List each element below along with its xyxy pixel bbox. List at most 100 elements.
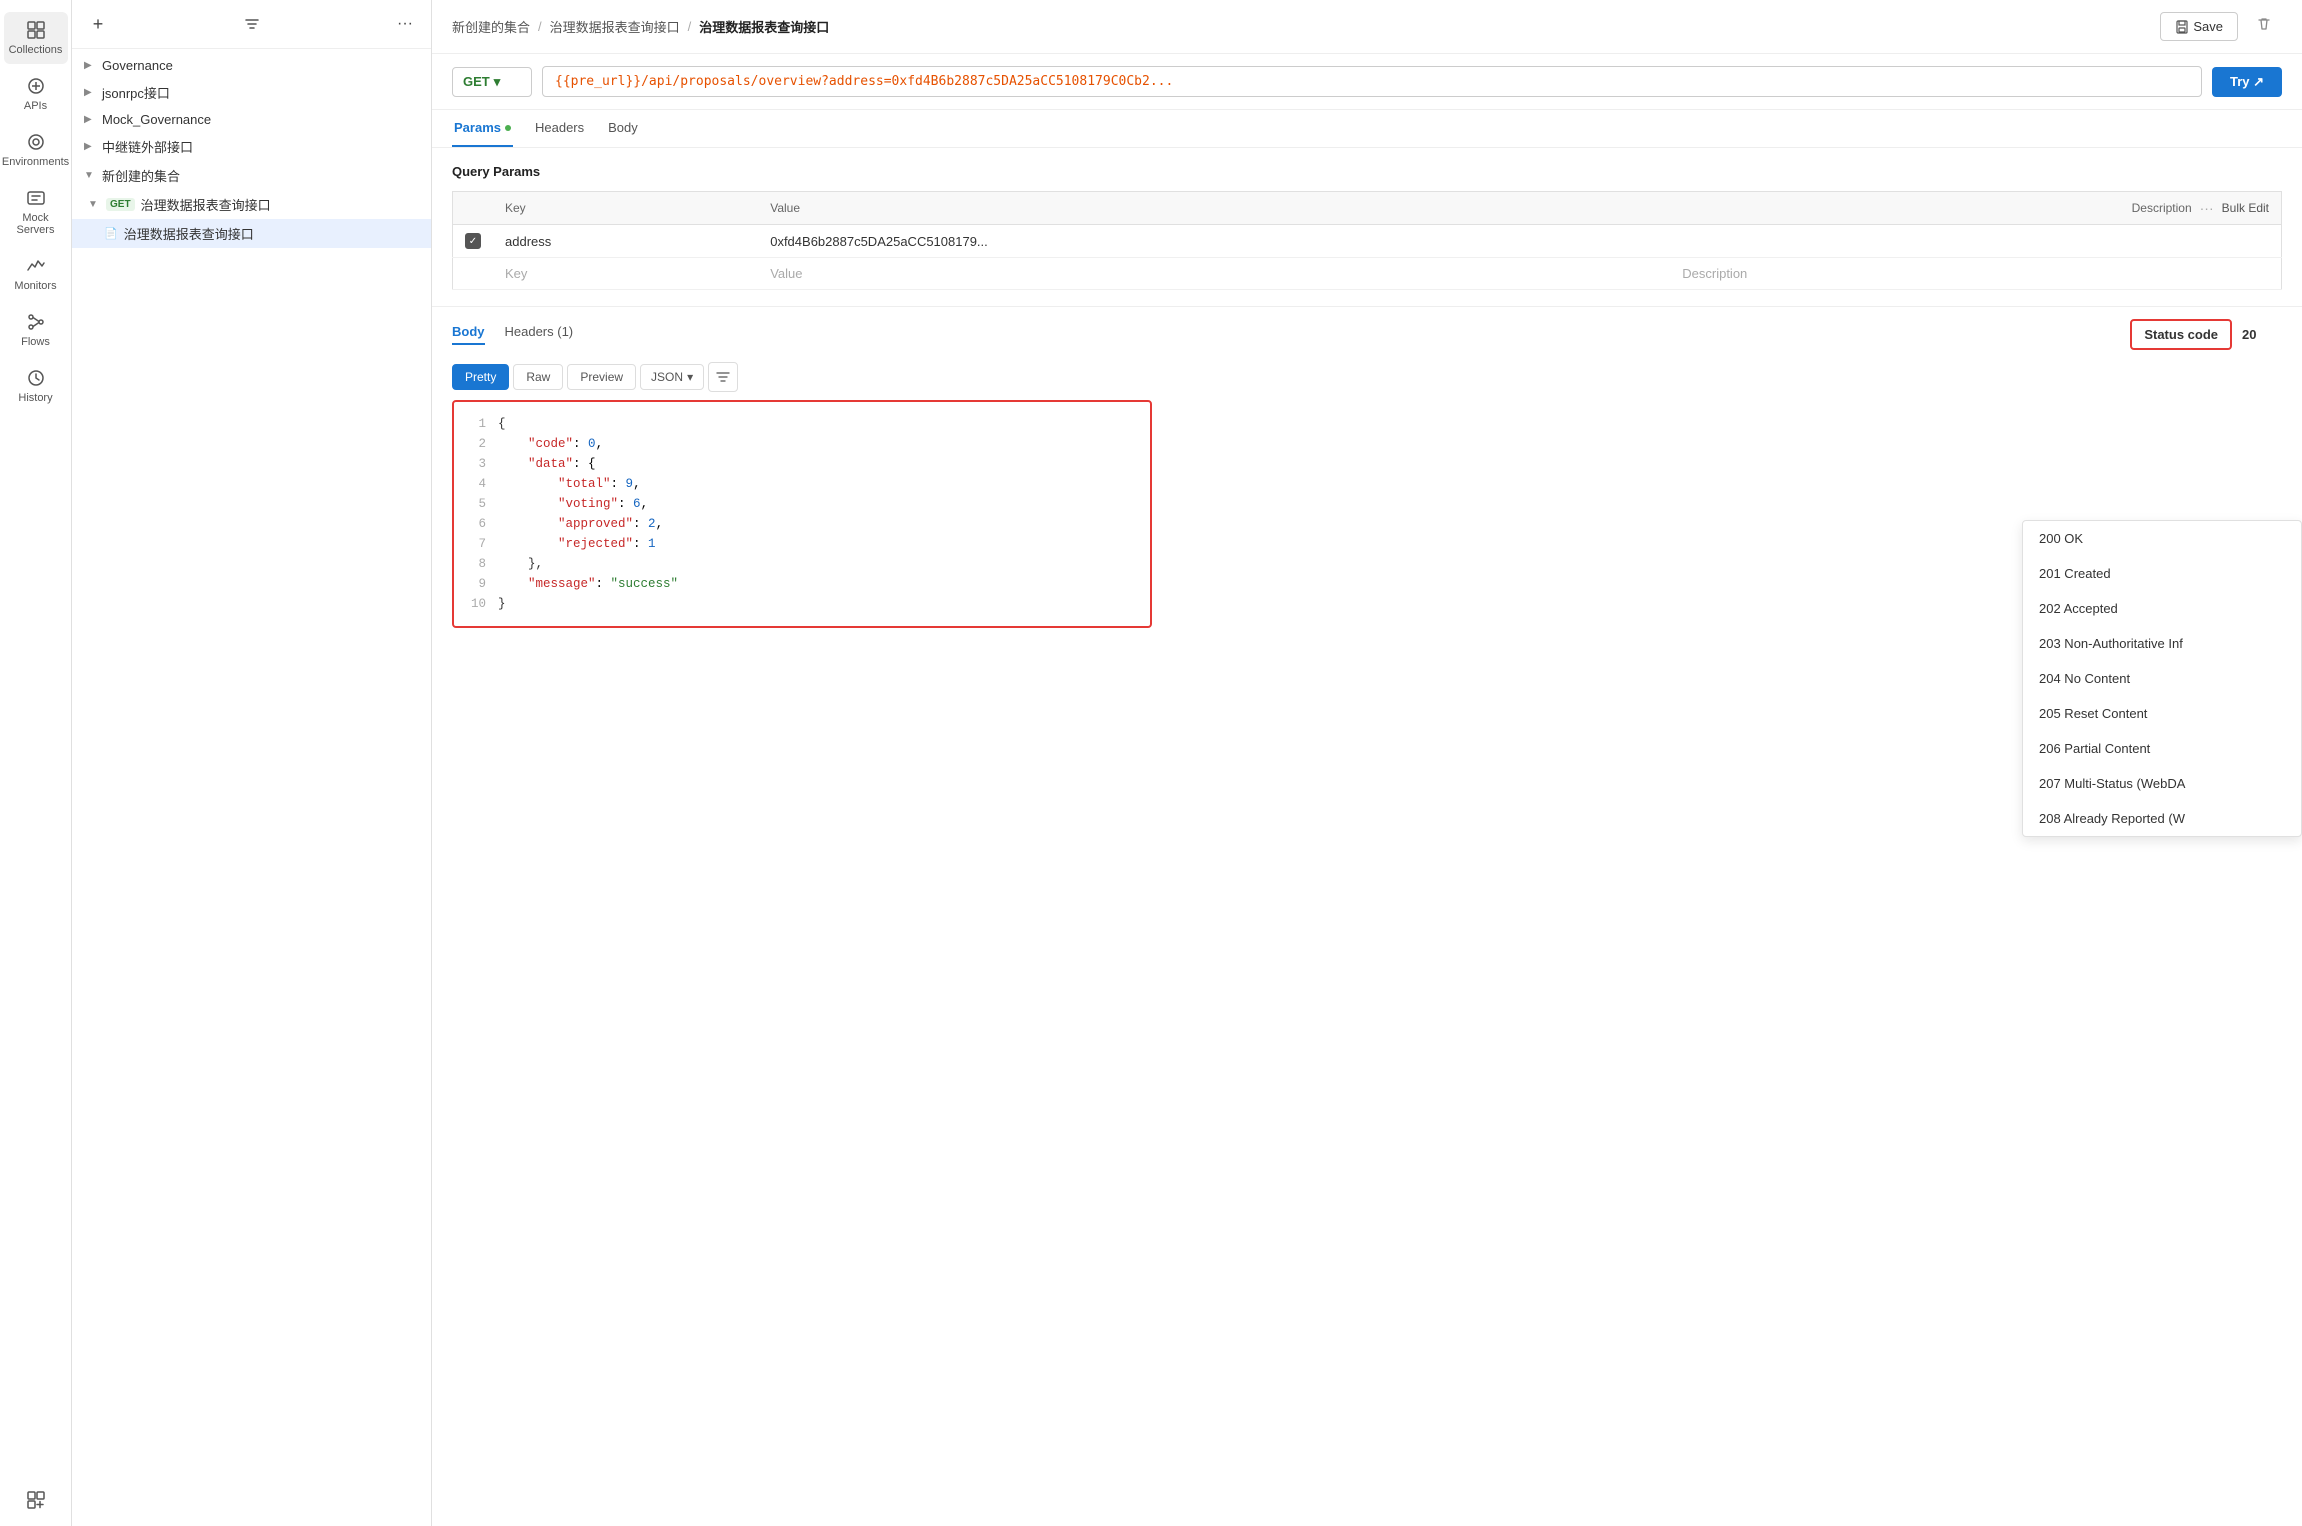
trash-icon (2256, 16, 2272, 32)
sidebar-item-apis[interactable]: APIs (4, 68, 68, 120)
save-button[interactable]: Save (2160, 12, 2238, 41)
params-dot (505, 125, 511, 131)
tree-item-mock-governance[interactable]: ▶ Mock_Governance (72, 107, 431, 132)
status-option-201[interactable]: 201 Created (2023, 556, 2301, 591)
flows-icon (26, 312, 46, 332)
environments-label: Environments (2, 156, 69, 168)
tree-item-jsonrpc[interactable]: ▶ jsonrpc接口 (72, 78, 431, 107)
status-option-204[interactable]: 204 No Content (2023, 661, 2301, 696)
chevron-down-icon: ▼ (84, 170, 96, 181)
code-line: 6 "approved": 2, (470, 514, 1134, 534)
save-icon (2175, 20, 2189, 34)
environments-icon (26, 132, 46, 152)
breadcrumb-part-1[interactable]: 新创建的集合 (452, 17, 530, 36)
more-options-button[interactable]: ··· (391, 10, 419, 38)
status-option-200[interactable]: 200 OK (2023, 521, 2301, 556)
code-line: 4 "total": 9, (470, 474, 1134, 494)
key-placeholder[interactable]: Key (493, 258, 758, 290)
value-cell[interactable]: 0xfd4B6b2887c5DA25aCC5108179... (758, 225, 1670, 258)
governance-label: Governance (102, 58, 173, 73)
response-tab-right: Status code (2130, 319, 2282, 350)
checkbox-cell[interactable]: ✓ (453, 225, 494, 258)
status-option-202[interactable]: 202 Accepted (2023, 591, 2301, 626)
format-tab-raw[interactable]: Raw (513, 364, 563, 390)
code-block: 1 { 2 "code": 0, 3 "data": { 4 "total": … (452, 400, 1152, 628)
params-section-title: Query Params (452, 164, 2282, 179)
apis-label: APIs (24, 100, 47, 112)
sidebar-item-collections[interactable]: Collections (4, 12, 68, 64)
format-tab-preview[interactable]: Preview (567, 364, 636, 390)
code-line: 3 "data": { (470, 454, 1134, 474)
chevron-right-icon: ▶ (84, 141, 96, 152)
chevron-right-icon: ▶ (84, 87, 96, 98)
breadcrumb-part-2[interactable]: 治理数据报表查询接口 (550, 17, 680, 36)
history-icon (26, 368, 46, 388)
tab-params[interactable]: Params (452, 110, 513, 147)
breadcrumb-current: 治理数据报表查询接口 (699, 17, 829, 36)
sidebar-item-history[interactable]: History (4, 360, 68, 412)
breadcrumb-sep-2: / (688, 19, 692, 34)
tree-item-governance-doc[interactable]: 📄 治理数据报表查询接口 (72, 219, 431, 248)
governance-api-label: 治理数据报表查询接口 (141, 195, 271, 214)
governance-doc-label: 治理数据报表查询接口 (124, 224, 254, 243)
code-line: 7 "rejected": 1 (470, 534, 1134, 554)
tree-item-governance-api[interactable]: ▼ GET 治理数据报表查询接口 (72, 190, 431, 219)
tree-item-governance[interactable]: ▶ Governance (72, 53, 431, 78)
sidebar-item-environments[interactable]: Environments (4, 124, 68, 176)
status-option-206[interactable]: 206 Partial Content (2023, 731, 2301, 766)
url-input[interactable] (542, 66, 2202, 97)
col-key: Key (493, 192, 758, 225)
filter-icon (244, 16, 260, 32)
code-line: 8 }, (470, 554, 1134, 574)
flows-label: Flows (21, 336, 50, 348)
sidebar: Collections APIs Environments Mock Serve… (0, 0, 72, 1526)
json-chevron-icon: ▾ (687, 370, 693, 384)
tree-item-relay-chain[interactable]: ▶ 中继链外部接口 (72, 132, 431, 161)
delete-button[interactable] (2246, 10, 2282, 43)
chevron-right-icon: ▶ (84, 60, 96, 71)
add-collection-button[interactable]: + (84, 10, 112, 38)
tab-body[interactable]: Body (606, 110, 640, 147)
filter-button[interactable] (120, 10, 383, 38)
key-cell[interactable]: address (493, 225, 758, 258)
mock-servers-icon (26, 188, 46, 208)
filter-response-button[interactable] (708, 362, 738, 392)
value-placeholder[interactable]: Value (758, 258, 1670, 290)
tab-headers[interactable]: Headers (533, 110, 586, 147)
method-chevron-icon: ▾ (494, 74, 501, 90)
response-tab-headers[interactable]: Headers (1) (505, 324, 574, 345)
status-dropdown: 200 OK 201 Created 202 Accepted 203 Non-… (2022, 520, 2302, 837)
col-value: Value (758, 192, 1670, 225)
collections-header: + ··· (72, 0, 431, 49)
json-select[interactable]: JSON ▾ (640, 364, 704, 390)
tree-view: ▶ Governance ▶ jsonrpc接口 ▶ Mock_Governan… (72, 49, 431, 1526)
params-table: Key Value Description ··· Bulk Edit ✓ (452, 191, 2282, 290)
status-code-box: Status code (2130, 319, 2232, 350)
status-code-input[interactable] (2242, 327, 2282, 342)
status-code-label: Status code (2144, 327, 2218, 342)
status-option-205[interactable]: 205 Reset Content (2023, 696, 2301, 731)
format-tab-pretty[interactable]: Pretty (452, 364, 509, 390)
relay-chain-label: 中继链外部接口 (102, 137, 193, 156)
jsonrpc-label: jsonrpc接口 (102, 83, 170, 102)
status-option-203[interactable]: 203 Non-Authoritative Inf (2023, 626, 2301, 661)
description-placeholder[interactable]: Description (1670, 258, 2281, 290)
sidebar-item-explore[interactable] (4, 1482, 68, 1526)
status-option-208[interactable]: 208 Already Reported (W (2023, 801, 2301, 836)
response-tab-body[interactable]: Body (452, 324, 485, 345)
sidebar-item-flows[interactable]: Flows (4, 304, 68, 356)
method-select[interactable]: GET ▾ (452, 67, 532, 97)
bulk-edit-button[interactable]: Bulk Edit (2222, 201, 2269, 215)
sidebar-item-mock-servers[interactable]: Mock Servers (4, 180, 68, 244)
try-button[interactable]: Try ↗ (2212, 67, 2282, 97)
tree-item-new-collection[interactable]: ▼ 新创建的集合 (72, 161, 431, 190)
chevron-right-icon: ▶ (84, 114, 96, 125)
format-tabs: Pretty Raw Preview JSON ▾ (452, 362, 2282, 392)
checkbox[interactable]: ✓ (465, 233, 481, 249)
chevron-down-icon: ▼ (88, 199, 100, 210)
description-cell[interactable] (1670, 225, 2281, 258)
code-line: 2 "code": 0, (470, 434, 1134, 454)
status-option-207[interactable]: 207 Multi-Status (WebDA (2023, 766, 2301, 801)
sidebar-item-monitors[interactable]: Monitors (4, 248, 68, 300)
collections-icon (26, 20, 46, 40)
